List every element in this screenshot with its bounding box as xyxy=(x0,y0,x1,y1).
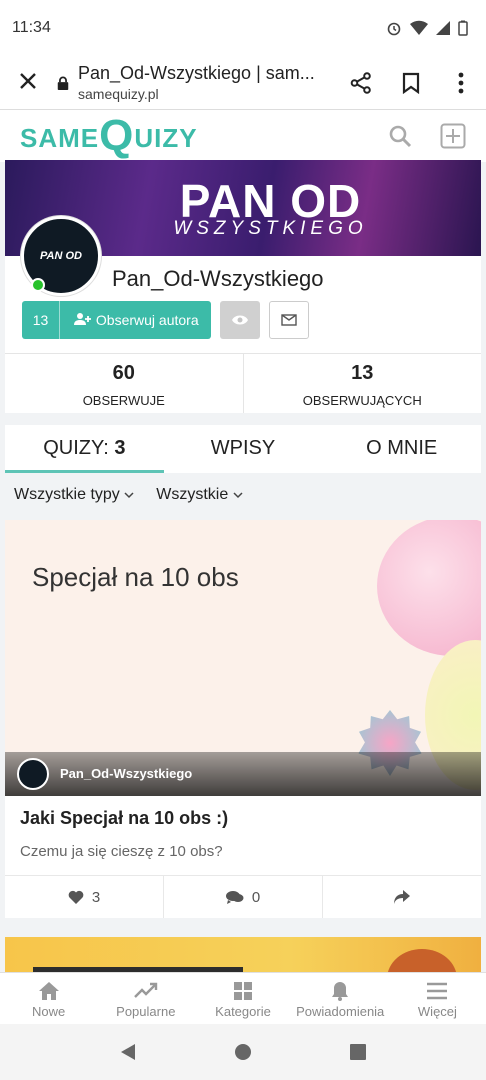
share-quiz-button[interactable] xyxy=(322,876,481,918)
bottom-nav: Nowe Popularne Kategorie Powiadomienia W… xyxy=(0,972,486,1024)
like-count: 3 xyxy=(91,888,101,906)
battery-icon xyxy=(458,20,468,36)
profile-stats: 60 OBSERWUJE 13 OBSERWUJĄCYCH xyxy=(5,353,481,413)
bookmark-button[interactable] xyxy=(386,72,436,94)
quiz-title[interactable]: Jaki Specjał na 10 obs :) xyxy=(20,808,228,829)
thumbnail-text: Specjał na 10 obs xyxy=(32,562,239,592)
envelope-icon xyxy=(280,314,297,326)
browser-toolbar: Pan_Od-Wszystkiego | sam... samequizy.pl xyxy=(0,56,486,110)
system-navigation xyxy=(0,1024,486,1080)
heart-icon xyxy=(68,890,84,904)
close-icon xyxy=(20,73,36,89)
comment-count: 0 xyxy=(251,888,261,906)
watch-button[interactable] xyxy=(219,301,260,339)
chevron-down-icon xyxy=(124,492,134,499)
type-filter-dropdown[interactable]: Wszystkie typy xyxy=(14,486,134,504)
quiz-description: Czemu ja się cieszę z 10 obs? xyxy=(20,843,223,860)
profile-tabs: QUIZY: 3 WPISY O MNIE xyxy=(5,425,481,473)
follow-author-button[interactable]: 13 Obserwuj autora xyxy=(22,301,211,339)
grid-icon xyxy=(234,982,252,1000)
add-user-icon xyxy=(74,313,91,325)
tab-quizy[interactable]: QUIZY: 3 xyxy=(5,425,164,473)
chevron-down-icon xyxy=(233,492,243,499)
nav-wiecej[interactable]: Więcej xyxy=(389,973,486,1024)
quiz-thumbnail[interactable]: Specjał na 10 obs Pan_Od-Wszystkiego xyxy=(5,520,481,796)
filters: Wszystkie typy Wszystkie xyxy=(14,486,243,504)
quiz-card[interactable]: Specjał na 10 obs Pan_Od-Wszystkiego Jak… xyxy=(5,520,481,918)
quiz-actions: 3 0 xyxy=(5,875,481,918)
message-button[interactable] xyxy=(268,301,309,339)
more-vert-icon xyxy=(458,72,464,93)
nav-nowe[interactable]: Nowe xyxy=(0,973,97,1024)
scope-filter-dropdown[interactable]: Wszystkie xyxy=(156,486,243,504)
status-icons xyxy=(386,20,468,36)
share-icon xyxy=(350,71,371,94)
search-icon[interactable] xyxy=(388,124,412,148)
followers-stat[interactable]: 13 OBSERWUJĄCYCH xyxy=(242,354,482,413)
page-domain: samequizy.pl xyxy=(78,86,159,102)
wifi-icon xyxy=(410,20,428,35)
bell-icon xyxy=(332,982,349,1001)
follow-label: Obserwuj autora xyxy=(95,312,199,328)
home-icon xyxy=(38,982,59,1000)
lock-icon xyxy=(57,76,69,90)
status-bar: 11:34 xyxy=(0,0,486,56)
share-arrow-icon xyxy=(394,890,410,904)
share-button[interactable] xyxy=(336,71,386,94)
author-avatar[interactable] xyxy=(17,758,49,790)
signal-icon xyxy=(436,21,450,35)
comments-icon xyxy=(225,891,244,904)
nav-popularne[interactable]: Popularne xyxy=(97,973,194,1024)
site-logo[interactable]: SAME Q UIZY xyxy=(20,114,198,158)
site-header: SAME Q UIZY xyxy=(0,110,486,162)
eye-icon xyxy=(231,315,248,325)
status-time: 11:34 xyxy=(12,19,51,36)
close-tab-button[interactable] xyxy=(0,67,56,98)
bookmark-icon xyxy=(402,72,420,94)
url-area[interactable]: Pan_Od-Wszystkiego | sam... samequizy.pl xyxy=(78,63,336,102)
profile-name: Pan_Od-Wszystkiego xyxy=(112,266,324,291)
add-quiz-icon[interactable] xyxy=(440,123,466,149)
next-quiz-card[interactable] xyxy=(5,937,481,977)
recents-icon[interactable] xyxy=(349,1043,367,1061)
following-stat[interactable]: 60 OBSERWUJE xyxy=(5,354,243,413)
page-title: Pan_Od-Wszystkiego | sam... xyxy=(78,63,315,83)
nav-kategorie[interactable]: Kategorie xyxy=(194,973,291,1024)
more-menu-button[interactable] xyxy=(436,72,486,94)
home-circle-icon[interactable] xyxy=(234,1043,252,1061)
comments-button[interactable]: 0 xyxy=(163,876,322,918)
alarm-icon xyxy=(387,22,401,36)
follow-count: 13 xyxy=(22,301,60,339)
tab-wpisy[interactable]: WPISY xyxy=(164,425,323,473)
trending-icon xyxy=(133,982,157,998)
online-indicator xyxy=(31,278,45,292)
like-button[interactable]: 3 xyxy=(5,876,163,918)
menu-icon xyxy=(427,982,448,1000)
tab-o-mnie[interactable]: O MNIE xyxy=(322,425,481,473)
profile-card: PAN OD WSZYSTKIEGO PAN OD Pan_Od-Wszystk… xyxy=(5,160,481,413)
quiz-author[interactable]: Pan_Od-Wszystkiego xyxy=(60,766,192,781)
nav-powiadomienia[interactable]: Powiadomienia xyxy=(292,973,389,1024)
back-icon[interactable] xyxy=(119,1043,137,1061)
